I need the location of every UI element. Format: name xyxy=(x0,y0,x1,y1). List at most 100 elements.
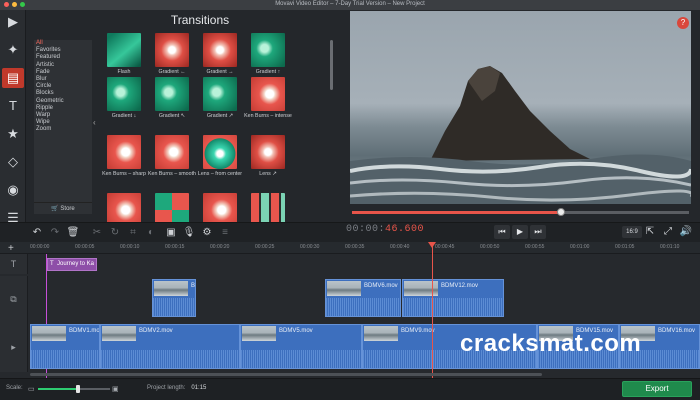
fullscreen-icon[interactable]: ⤢ xyxy=(661,225,675,239)
transition-label: Gradient ↗ xyxy=(206,113,234,119)
titles-icon[interactable]: T xyxy=(2,96,24,116)
category-item[interactable]: Circle xyxy=(34,83,92,90)
category-item[interactable]: Favorites xyxy=(34,47,92,54)
scale-slider-handle[interactable] xyxy=(75,385,80,393)
seekbar-handle[interactable] xyxy=(556,208,565,216)
shapes-icon[interactable]: ◇ xyxy=(2,152,24,172)
transition-thumbnail[interactable] xyxy=(107,135,141,169)
overlay-track-icon: ⧉ xyxy=(10,294,17,304)
detach-preview-icon[interactable]: ⇱ xyxy=(643,225,657,239)
transition-thumbnail[interactable] xyxy=(251,135,285,169)
help-button[interactable]: ? xyxy=(677,17,689,29)
transition-thumbnail[interactable] xyxy=(203,33,237,67)
color-adjust-icon[interactable]: ◐ xyxy=(144,226,158,240)
ruler-tick-label: 00:00:15 xyxy=(165,244,185,250)
clip-name: BDMV16.mov xyxy=(658,328,696,334)
transition-thumbnail[interactable] xyxy=(203,135,237,169)
category-item[interactable]: Artistic xyxy=(34,62,92,69)
transition-thumbnail[interactable] xyxy=(155,77,189,111)
ruler-tick-label: 00:01:05 xyxy=(615,244,635,250)
transition-thumbnail[interactable] xyxy=(155,135,189,169)
title-clip[interactable]: T Journey to Ka xyxy=(47,258,97,271)
category-item[interactable]: Ripple xyxy=(34,105,92,112)
scale-slider[interactable] xyxy=(38,385,110,393)
store-button[interactable]: 🛒 Store xyxy=(34,202,92,214)
category-item[interactable]: Featured xyxy=(34,54,92,61)
microphone-icon[interactable]: 🎙 xyxy=(182,226,196,240)
panel-title: Transitions xyxy=(170,13,230,27)
transition-label: Lens ↗ xyxy=(259,171,277,177)
aspect-ratio-button[interactable]: 16:9 xyxy=(622,226,642,238)
delete-icon[interactable]: 🗑 xyxy=(66,226,80,240)
image-icon[interactable]: ▣ xyxy=(164,226,178,240)
audio-waveform xyxy=(403,298,503,316)
video-clip[interactable]: BDMV1.mov xyxy=(30,324,100,369)
stabilization-icon[interactable]: ◉ xyxy=(2,180,24,200)
redo-icon[interactable]: ↷ xyxy=(48,226,62,240)
clip-thumbnail xyxy=(242,326,276,341)
zoom-in-icon[interactable]: ▣ xyxy=(112,385,119,393)
title-track-header: T xyxy=(0,254,28,274)
category-item[interactable]: Geometric xyxy=(34,98,92,105)
add-track-icon[interactable]: + xyxy=(8,243,14,254)
transition-thumbnail[interactable] xyxy=(203,77,237,111)
grid-scrollbar[interactable] xyxy=(330,40,333,90)
seekbar-progress xyxy=(352,211,561,214)
transition-thumbnail[interactable] xyxy=(251,33,285,67)
audio-waveform xyxy=(153,298,195,316)
project-length-label: Project length: xyxy=(147,385,186,391)
import-media-icon[interactable]: ▶ xyxy=(2,12,24,32)
ruler-tick-label: 00:01:00 xyxy=(570,244,590,250)
scale-label: Scale: xyxy=(6,385,23,391)
category-item[interactable]: Zoom xyxy=(34,126,92,133)
collapse-list-icon[interactable]: ‹ xyxy=(93,118,96,127)
overlay-clip[interactable]: BI xyxy=(152,279,196,317)
window-title: Movavi Video Editor – 7-Day Trial Versio… xyxy=(275,1,425,7)
next-frame-button[interactable]: ⏭ xyxy=(530,225,546,239)
project-length-value: 01:15 xyxy=(191,385,207,391)
video-clip[interactable]: BDMV5.mov xyxy=(240,324,362,369)
category-list: All Favorites Featured Artistic Fade Blur Circ… xyxy=(34,40,92,202)
category-item[interactable]: All xyxy=(34,40,92,47)
transition-thumbnail[interactable] xyxy=(107,33,141,67)
equalizer-icon[interactable]: ≡ xyxy=(218,226,232,240)
ruler-tick-label: 00:00:20 xyxy=(210,244,230,250)
tools-sidebar: ▶ ✦ ▤ T ★ ◇ ◉ ☰ xyxy=(0,10,26,235)
timeline-scrollbar[interactable] xyxy=(30,373,542,376)
overlay-clip[interactable]: BDMV6.mov xyxy=(325,279,401,317)
magic-wand-icon[interactable]: ✦ xyxy=(2,40,24,60)
transitions-icon[interactable]: ▤ xyxy=(2,68,24,88)
timecode-elapsed: 00:00: xyxy=(346,224,386,235)
zoom-out-icon[interactable]: ▭ xyxy=(28,385,35,393)
video-clip[interactable]: BDMV2.mov xyxy=(100,324,240,369)
export-button[interactable]: Export xyxy=(622,381,692,397)
overlay-clip[interactable]: BDMV12.mov xyxy=(402,279,504,317)
transition-thumbnail[interactable] xyxy=(155,33,189,67)
previous-frame-button[interactable]: ⏮ xyxy=(494,225,510,239)
timeline-ruler[interactable]: 00:00:00 00:00:05 00:00:10 00:00:15 00:00:20… xyxy=(0,242,700,254)
clip-name: BDMV5.mov xyxy=(279,328,313,334)
transition-thumbnail[interactable] xyxy=(107,77,141,111)
category-item[interactable]: Wipe xyxy=(34,119,92,126)
timecode-display: 00:00:46.600 xyxy=(346,224,424,235)
rotate-icon[interactable]: ↻ xyxy=(108,226,122,240)
crop-icon[interactable]: ⌗ xyxy=(126,226,140,240)
video-preview xyxy=(350,11,691,204)
undo-icon[interactable]: ↶ xyxy=(30,226,44,240)
volume-icon[interactable]: 🔊 xyxy=(679,225,693,239)
cut-icon[interactable]: ✂ xyxy=(90,226,104,240)
playhead[interactable] xyxy=(432,242,433,378)
transition-label: Gradient ↑ xyxy=(255,69,281,75)
stickers-icon[interactable]: ★ xyxy=(2,124,24,144)
transition-thumbnail[interactable] xyxy=(251,77,285,111)
transition-label: Ken Burns – intense xyxy=(244,113,292,119)
category-item[interactable]: Fade xyxy=(34,69,92,76)
clip-name: BDMV9.mov xyxy=(401,328,435,334)
category-item[interactable]: Warp xyxy=(34,112,92,119)
play-button[interactable]: ▶ xyxy=(512,225,528,239)
settings-gear-icon[interactable]: ⚙ xyxy=(200,226,214,240)
preview-seekbar[interactable] xyxy=(352,208,689,216)
category-item[interactable]: Blocks xyxy=(34,90,92,97)
clip-name: BDMV1.mov xyxy=(69,328,100,334)
category-item[interactable]: Blur xyxy=(34,76,92,83)
